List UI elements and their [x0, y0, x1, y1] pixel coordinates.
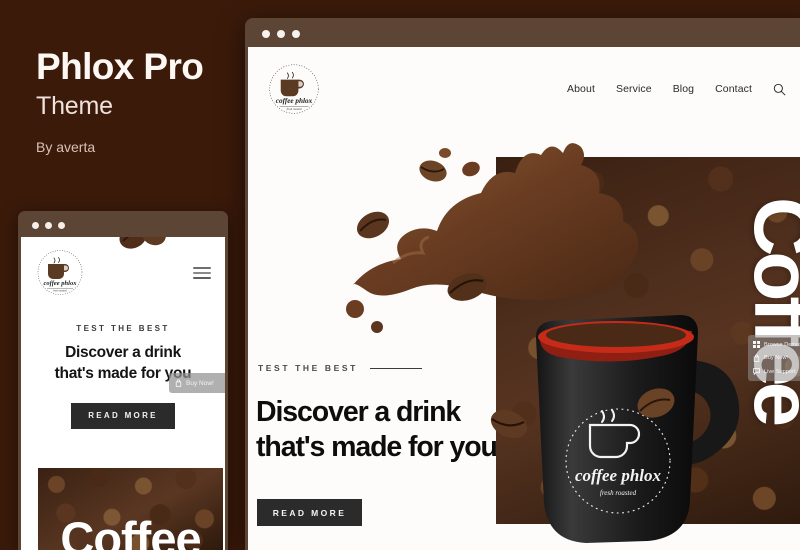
desktop-browser-chrome [248, 21, 800, 47]
svg-text:fresh roasted: fresh roasted [600, 489, 637, 497]
mobile-browser-chrome [21, 214, 225, 237]
hero-eyebrow: TEST THE BEST [258, 363, 422, 373]
desktop-mockup: Coffee coffee phlox fresh roasted coffee… [245, 18, 800, 550]
mobile-beans-word: Coffee [60, 512, 201, 550]
flying-bean-center [447, 273, 487, 301]
grid-icon [753, 341, 760, 348]
chat-icon [753, 368, 760, 375]
mobile-buy-now-float[interactable]: Buy Now! [169, 373, 225, 393]
nav-item-blog[interactable]: Blog [673, 83, 694, 95]
svg-text:fresh roasted: fresh roasted [287, 107, 302, 111]
hamburger-icon[interactable] [193, 266, 211, 279]
window-dot-close[interactable] [262, 30, 270, 38]
desktop-site-header: coffee phlox fresh roasted About Service… [248, 47, 800, 115]
flying-bean-top [419, 160, 447, 182]
hero-eyebrow-rule [369, 367, 422, 369]
window-dot-maximize[interactable] [58, 222, 65, 229]
window-dot-minimize[interactable] [277, 30, 285, 38]
hero-headline-line2: that's made for you [256, 430, 498, 463]
logo-coffee-phlox[interactable]: coffee phlox fresh roasted [35, 249, 85, 296]
hero-read-more-button[interactable]: READ MORE [257, 499, 362, 526]
float-live-support[interactable]: Live Support [748, 365, 800, 378]
mobile-mockup: coffee phlox fresh roasted TEST THE BEST… [18, 211, 228, 550]
float-buy-now-label: Buy Now! [764, 355, 788, 361]
svg-text:coffee phlox: coffee phlox [276, 97, 313, 105]
flying-bean-left [356, 211, 390, 239]
coffee-bean-decoration [119, 237, 166, 249]
shopping-bag-icon [175, 379, 182, 387]
promo-column: Phlox Pro Theme By averta coffee phlox f… [0, 0, 245, 550]
window-dot-minimize[interactable] [45, 222, 52, 229]
search-icon[interactable] [773, 83, 786, 96]
float-widget: Browse Demos Buy Now! Live Support [748, 335, 800, 381]
page-subtitle: Theme [36, 91, 113, 120]
mobile-buy-now-label: Buy Now! [186, 379, 214, 387]
window-dot-maximize[interactable] [292, 30, 300, 38]
float-live-support-label: Live Support [764, 368, 796, 375]
hero-headline-line1: Discover a drink [256, 396, 461, 428]
svg-text:coffee phlox: coffee phlox [44, 280, 78, 287]
svg-text:fresh roasted: fresh roasted [53, 290, 67, 293]
mobile-read-more-button[interactable]: READ MORE [71, 402, 175, 429]
float-buy-now[interactable]: Buy Now! [748, 351, 800, 365]
float-browse-demos-label: Browse Demos [764, 341, 800, 348]
logo-coffee-phlox[interactable]: coffee phlox fresh roasted [266, 63, 322, 115]
coffee-mug: coffee phlox fresh roasted [536, 315, 740, 543]
theme-author: By averta [36, 138, 96, 155]
nav-item-contact[interactable]: Contact [715, 83, 752, 95]
mobile-beans-banner: Coffee [38, 468, 223, 550]
mobile-viewport: coffee phlox fresh roasted TEST THE BEST… [21, 237, 225, 550]
hero-eyebrow-label: TEST THE BEST [258, 363, 358, 373]
float-browse-demos[interactable]: Browse Demos [748, 338, 800, 351]
mobile-eyebrow: TEST THE BEST [76, 324, 170, 333]
primary-navigation: About Service Blog Contact [567, 83, 786, 96]
nav-item-about[interactable]: About [567, 83, 595, 95]
svg-text:coffee phlox: coffee phlox [575, 466, 662, 485]
mobile-headline-line1: Discover a drink [65, 344, 181, 361]
desktop-viewport: Coffee coffee phlox fresh roasted coffee… [248, 47, 800, 550]
shopping-bag-icon [753, 354, 760, 362]
page-title: Phlox Pro [36, 46, 204, 87]
hero-headline: Discover a drink that's made for you [256, 395, 498, 465]
promo-title-block: Phlox Pro Theme By averta [36, 46, 246, 155]
hero-artwork: Coffee coffee phlox fresh roasted [248, 47, 800, 550]
nav-item-service[interactable]: Service [616, 83, 652, 95]
window-dot-close[interactable] [32, 222, 39, 229]
